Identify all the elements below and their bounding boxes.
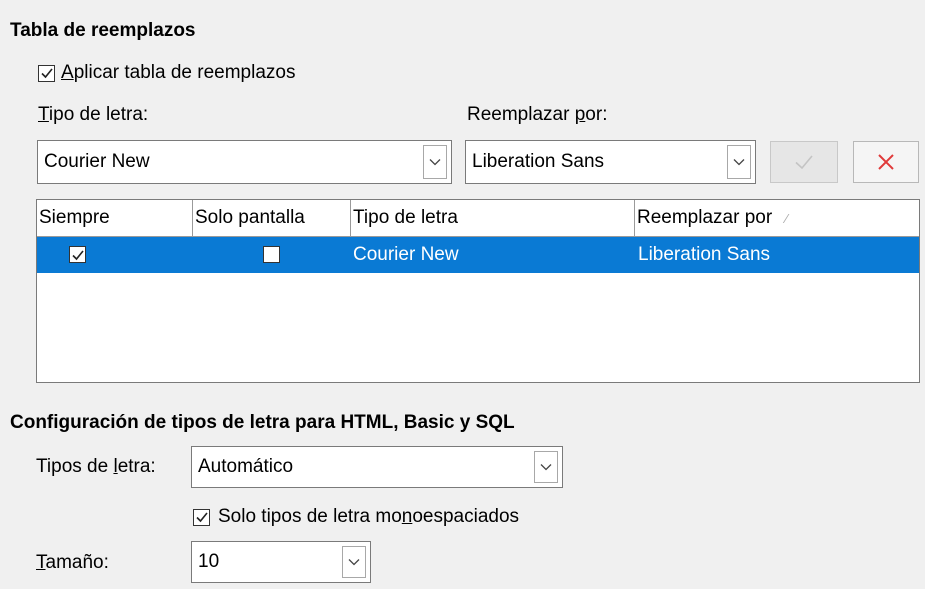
monospaced-checkbox[interactable]: Solo tipos de letra monoespaciados — [193, 506, 519, 528]
column-header-screen-only[interactable]: Solo pantalla — [193, 200, 351, 236]
checkbox-checked-icon[interactable] — [38, 64, 55, 82]
column-header-replace-with-label: Reemplazar por — [637, 207, 773, 228]
chevron-down-icon[interactable] — [423, 145, 447, 179]
replace-with-combobox-value: Liberation Sans — [472, 151, 605, 172]
close-icon — [878, 154, 894, 170]
apply-button[interactable] — [770, 141, 838, 183]
checkbox-checked-icon[interactable] — [193, 508, 210, 526]
font-combobox[interactable]: Courier New — [37, 140, 452, 184]
row-font: Courier New — [353, 244, 459, 265]
apply-table-checkbox[interactable]: Aplicar tabla de reemplazos — [38, 62, 295, 84]
column-header-always[interactable]: Siempre — [37, 200, 193, 236]
sort-indicator-icon: ⁄ — [785, 211, 788, 226]
section-title-html-fonts: Configuración de tipos de letra para HTM… — [10, 412, 515, 433]
checkmark-icon — [795, 155, 813, 170]
size-combobox-value: 10 — [198, 551, 220, 572]
font-label: Tipo de letra: — [38, 104, 149, 125]
table-header: Siempre Solo pantalla Tipo de letra Reem… — [37, 200, 919, 237]
section-title-replacement: Tabla de reemplazos — [10, 20, 196, 41]
screen-only-checkbox[interactable] — [263, 246, 280, 263]
size-label: Tamaño: — [36, 552, 109, 573]
chevron-down-icon[interactable] — [727, 145, 751, 179]
replace-with-label: Reemplazar por: — [467, 104, 608, 125]
apply-table-label: Aplicar tabla de reemplazos — [61, 62, 296, 83]
replacement-table[interactable]: Siempre Solo pantalla Tipo de letra Reem… — [36, 199, 920, 383]
fonts-combobox[interactable]: Automático — [191, 446, 563, 488]
chevron-down-icon[interactable] — [342, 546, 366, 578]
chevron-down-icon[interactable] — [534, 451, 558, 483]
table-row[interactable]: Courier New Liberation Sans — [37, 237, 919, 273]
column-header-replace-with[interactable]: Reemplazar por ⁄ — [635, 200, 919, 236]
always-checkbox[interactable] — [69, 246, 86, 263]
font-combobox-value: Courier New — [44, 151, 150, 172]
row-replace-with: Liberation Sans — [638, 244, 771, 265]
replace-with-combobox[interactable]: Liberation Sans — [465, 140, 756, 184]
fonts-combobox-value: Automático — [198, 456, 294, 477]
column-header-font[interactable]: Tipo de letra — [351, 200, 635, 236]
size-combobox[interactable]: 10 — [191, 541, 371, 583]
delete-button[interactable] — [853, 141, 919, 183]
monospaced-label: Solo tipos de letra monoespaciados — [218, 506, 520, 527]
fonts-label: Tipos de letra: — [36, 456, 156, 477]
